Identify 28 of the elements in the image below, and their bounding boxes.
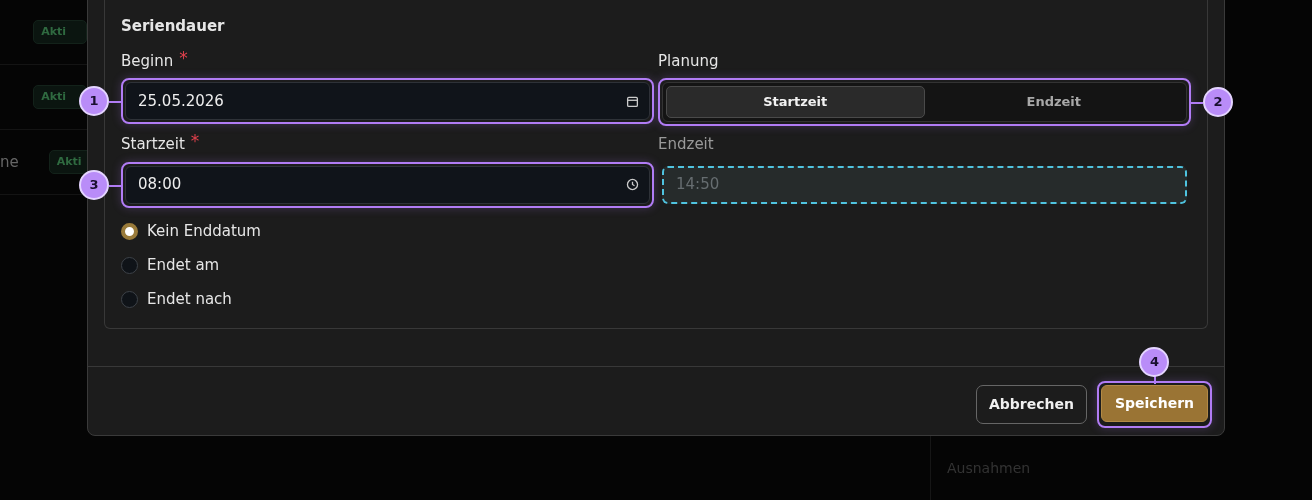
field-label: Startzeit [121,134,185,155]
radio-button[interactable] [121,257,138,274]
radio-button[interactable] [121,223,138,240]
save-button[interactable]: Speichern [1100,385,1208,422]
callout-marker: 4 [1139,347,1170,377]
field-label: Endzeit [658,134,714,155]
callout-marker: 3 [79,169,109,200]
status-badge: Akti [33,19,87,45]
section-title: Seriendauer [121,16,226,37]
input-field[interactable]: 08:00 [125,165,650,204]
radio-label: Endet am [147,255,220,277]
radio-button[interactable] [121,291,138,308]
segment-tab[interactable]: Startzeit [666,86,925,118]
radio-label: Kein Enddatum [147,221,261,243]
field-label: Planung [658,50,719,72]
calendar-icon[interactable] [626,94,639,108]
callout-marker: 2 [1203,87,1233,117]
clock-icon[interactable] [626,178,639,191]
cancel-button[interactable]: Abbrechen [975,385,1087,424]
segment-tab[interactable]: Endzeit [924,86,1183,118]
radio-label: Endet nach [147,289,232,311]
field-label: Beginn [121,50,174,72]
input-field[interactable]: 25.05.2026 [125,82,650,120]
required-mark: * [179,49,188,70]
callout-marker: 1 [79,86,109,116]
input-field: 14:50 [662,165,1187,204]
row-text: ne [0,151,19,173]
required-mark: * [190,133,200,153]
